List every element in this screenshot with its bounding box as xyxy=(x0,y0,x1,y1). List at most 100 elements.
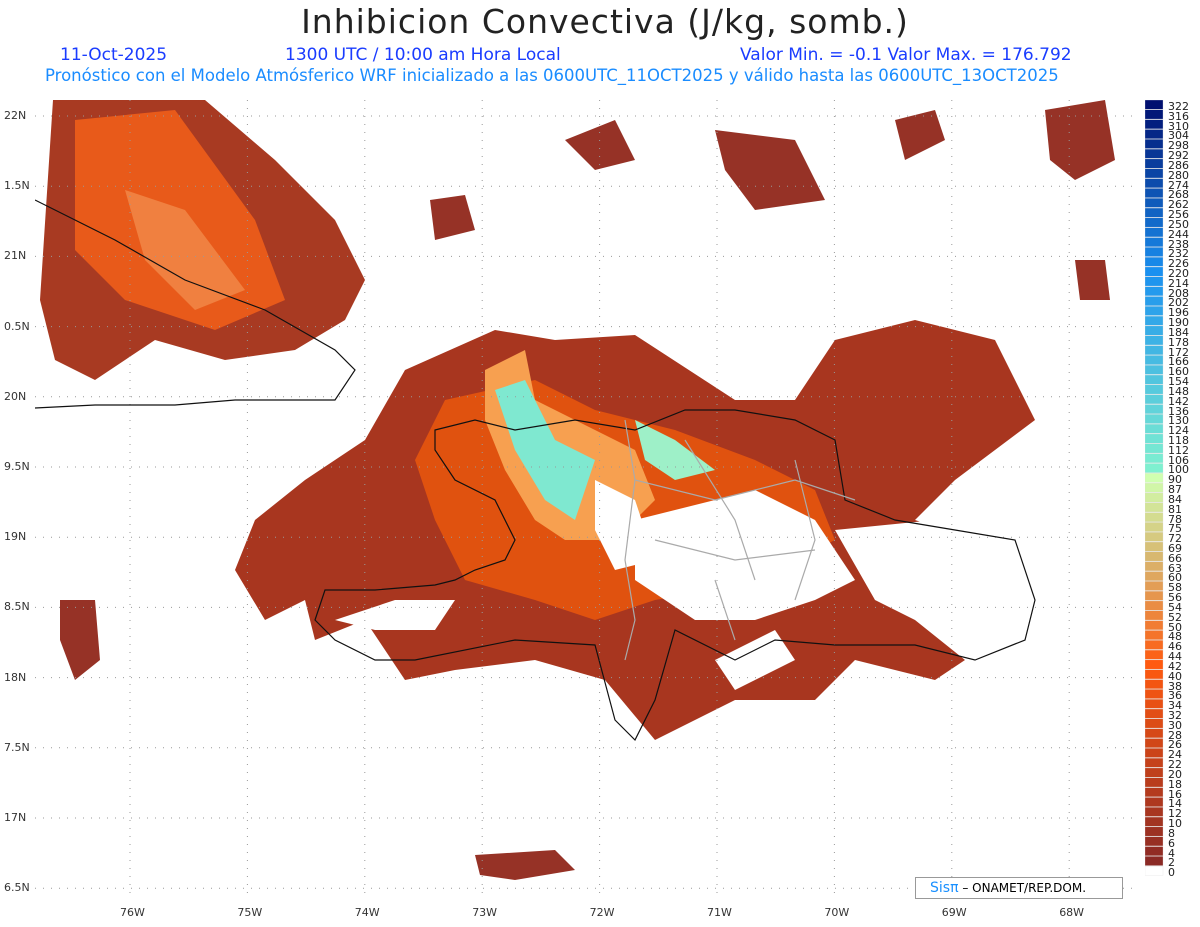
lat-label: 6.5N xyxy=(4,881,30,895)
lat-label: 0.5N xyxy=(4,319,30,333)
credit-org: ONAMET/REP.DOM. xyxy=(972,881,1087,895)
colorbar-swatch xyxy=(1145,581,1164,591)
colorbar-swatch xyxy=(1145,374,1164,385)
colorbar-swatch xyxy=(1145,669,1164,680)
colorbar-swatch xyxy=(1145,757,1164,768)
colorbar-swatch xyxy=(1145,620,1164,630)
lat-label: 7.5N xyxy=(4,740,30,754)
colorbar-swatch xyxy=(1145,325,1164,336)
credit-box: Sisπ – ONAMET/REP.DOM. xyxy=(915,877,1123,899)
colorbar-swatch xyxy=(1145,207,1164,218)
colorbar-swatch xyxy=(1145,590,1164,601)
colorbar-swatch xyxy=(1145,139,1164,149)
colorbar-swatch xyxy=(1145,718,1164,729)
colorbar-swatch xyxy=(1145,610,1164,621)
colorbar-swatch xyxy=(1145,453,1164,463)
colorbar-swatch xyxy=(1145,541,1164,552)
colorbar-swatch xyxy=(1145,708,1164,719)
colorbar-swatch xyxy=(1145,424,1164,434)
colorbar-swatch xyxy=(1145,109,1164,120)
colorbar-swatch xyxy=(1145,394,1164,405)
colorbar-swatch xyxy=(1145,443,1164,454)
lon-label: 69W xyxy=(941,906,967,919)
colorbar-swatch xyxy=(1145,836,1164,847)
colorbar-swatch xyxy=(1145,492,1164,503)
colorbar-label: 0 xyxy=(1168,866,1175,880)
lon-label: 74W xyxy=(354,906,380,919)
colorbar-swatch xyxy=(1145,649,1164,660)
colorbar-swatch xyxy=(1145,276,1164,287)
colorbar-swatch xyxy=(1145,306,1164,316)
colorbar-swatch xyxy=(1145,512,1164,522)
lat-label: 21N xyxy=(4,249,27,263)
colorbar-swatch xyxy=(1145,296,1164,306)
colorbar-swatch xyxy=(1145,365,1164,375)
lat-label: 22N xyxy=(4,109,27,122)
lon-label: 72W xyxy=(589,906,615,919)
colorbar-swatch xyxy=(1145,198,1164,208)
lon-label: 76W xyxy=(120,906,145,919)
cin-field xyxy=(40,100,1115,880)
colorbar-swatch xyxy=(1145,679,1164,689)
colorbar-swatch xyxy=(1145,148,1164,159)
lat-label: 8.5N xyxy=(4,600,30,614)
colorbar-swatch xyxy=(1145,286,1164,297)
colorbar-swatch xyxy=(1145,404,1164,414)
min-max-label: Valor Min. = -0.1 Valor Max. = 176.792 xyxy=(740,45,1072,65)
lon-label: 75W xyxy=(237,906,263,919)
lon-label: 73W xyxy=(472,906,498,919)
colorbar-swatch xyxy=(1145,846,1164,856)
lon-label: 70W xyxy=(824,906,850,919)
colorbar-swatch xyxy=(1145,100,1164,110)
colorbar-swatch xyxy=(1145,561,1164,572)
colorbar-swatch xyxy=(1145,522,1164,532)
date-label: 11-Oct-2025 xyxy=(60,45,168,65)
time-label: 1300 UTC / 10:00 am Hora Local xyxy=(285,45,561,65)
map-title: Inhibicion Convectiva (J/kg, somb.) xyxy=(301,2,909,41)
lon-label: 71W xyxy=(707,906,732,919)
colorbar-swatch xyxy=(1145,600,1164,611)
colorbar-swatch xyxy=(1145,659,1164,670)
colorbar-swatch xyxy=(1145,767,1164,778)
colorbar-swatch xyxy=(1145,777,1164,788)
colorbar-swatch xyxy=(1145,856,1164,866)
colorbar-swatch xyxy=(1145,866,1164,876)
lat-label: 1.5N xyxy=(4,179,30,193)
colorbar-swatch xyxy=(1145,237,1164,247)
lat-label: 20N xyxy=(4,389,27,403)
colorbar-swatch xyxy=(1145,178,1164,188)
colorbar-swatch xyxy=(1145,826,1164,837)
colorbar xyxy=(1145,100,1164,876)
cin-map xyxy=(35,100,1135,895)
colorbar-swatch xyxy=(1145,119,1164,130)
colorbar-swatch xyxy=(1145,433,1164,444)
colorbar-swatch xyxy=(1145,129,1164,139)
lat-label: 17N xyxy=(4,811,27,824)
forecast-label: Pronóstico con el Modelo Atmósferico WRF… xyxy=(45,66,1059,85)
colorbar-swatch xyxy=(1145,797,1164,807)
colorbar-swatch xyxy=(1145,482,1164,493)
sispi-logo: Sisπ xyxy=(930,880,959,896)
lat-label: 18N xyxy=(4,670,27,684)
credit-separator: – xyxy=(958,881,973,895)
colorbar-swatch xyxy=(1145,473,1164,483)
colorbar-swatch xyxy=(1145,463,1164,473)
colorbar-swatch xyxy=(1145,315,1164,326)
colorbar-swatch xyxy=(1145,738,1164,748)
colorbar-swatch xyxy=(1145,630,1164,640)
colorbar-swatch xyxy=(1145,640,1164,650)
colorbar-swatch xyxy=(1145,502,1164,513)
colorbar-swatch xyxy=(1145,355,1164,365)
colorbar-swatch xyxy=(1145,168,1164,179)
colorbar-swatch xyxy=(1145,257,1164,267)
colorbar-swatch xyxy=(1145,816,1164,827)
colorbar-swatch xyxy=(1145,571,1164,581)
colorbar-swatch xyxy=(1145,532,1164,542)
colorbar-swatch xyxy=(1145,384,1164,395)
colorbar-swatch xyxy=(1145,748,1164,758)
colorbar-swatch xyxy=(1145,217,1164,228)
colorbar-swatch xyxy=(1145,158,1164,169)
colorbar-swatch xyxy=(1145,414,1164,424)
colorbar-swatch xyxy=(1145,345,1164,355)
colorbar-swatch xyxy=(1145,699,1164,709)
